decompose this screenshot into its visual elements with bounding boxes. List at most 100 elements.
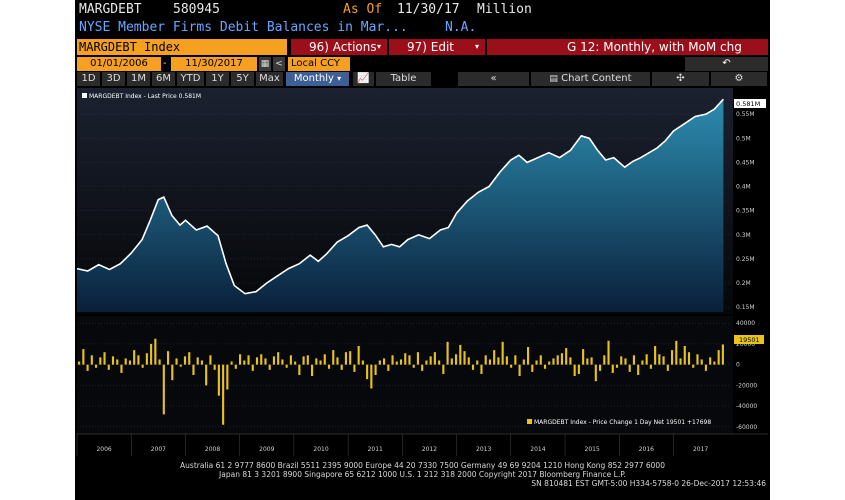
- chart-content-icon: ▤: [549, 74, 558, 84]
- price-y-axis: 0.15M 0.2M 0.25M 0.3M 0.35M 0.4M 0.45M 0.5M 0.55…: [736, 111, 755, 311]
- change-bar: [615, 364, 619, 368]
- change-bar: [285, 364, 288, 368]
- change-bar: [239, 354, 242, 365]
- collapse-icon[interactable]: «: [458, 72, 530, 86]
- change-bar: [416, 352, 419, 365]
- price-tick-label: 0.5M: [736, 135, 751, 142]
- currency-label: Local CCY: [291, 58, 340, 69]
- change-tick-label: -60000: [736, 424, 757, 431]
- change-bar: [90, 355, 93, 365]
- chart-type-icon[interactable]: 📈: [353, 72, 375, 86]
- period-6m[interactable]: 6M: [152, 72, 176, 86]
- change-bar: [289, 355, 292, 365]
- back-arrow-icon[interactable]: <: [273, 57, 285, 71]
- change-bar: [505, 356, 508, 365]
- change-bar: [493, 350, 496, 365]
- change-bar: [459, 344, 462, 365]
- change-bar: [696, 354, 699, 365]
- price-tick-label: 0.4M: [736, 184, 751, 191]
- change-bar: [620, 356, 623, 365]
- dropdown-arrow-icon: ▾: [337, 74, 342, 83]
- change-bar: [531, 364, 534, 372]
- price-legend: MARGDEBT Index - Last Price 0.581M: [82, 93, 201, 100]
- change-bar: [154, 338, 157, 365]
- start-date-field[interactable]: 01/01/2006: [77, 57, 161, 71]
- change-bar: [268, 364, 271, 370]
- period-3d[interactable]: 3D: [102, 72, 126, 86]
- frequency-label: Monthly: [293, 73, 334, 84]
- change-bar: [624, 358, 627, 365]
- change-bar: [150, 343, 153, 365]
- change-bar: [429, 356, 432, 365]
- change-bar: [442, 364, 445, 374]
- change-bar: [548, 361, 551, 365]
- change-bar: [234, 364, 237, 369]
- change-bar: [471, 364, 475, 370]
- frequency-select[interactable]: Monthly ▾: [286, 72, 350, 86]
- change-bar: [86, 364, 89, 371]
- chart-content-button[interactable]: ▤ Chart Content: [531, 72, 651, 86]
- period-ytd[interactable]: YTD: [177, 72, 205, 86]
- expand-icon[interactable]: ✣: [652, 72, 710, 86]
- change-bar: [196, 357, 199, 365]
- dropdown-arrow-icon: ▾: [474, 42, 479, 51]
- x-tick-label: 2010: [313, 446, 328, 453]
- change-bar: [408, 355, 411, 365]
- change-bar: [666, 364, 669, 371]
- change-bar: [573, 364, 576, 377]
- footer-line-2: Japan 81 3 3201 8900 Singapore 65 6212 1…: [219, 470, 626, 479]
- change-bar: [412, 364, 415, 368]
- na-label: N.A.: [445, 20, 477, 35]
- period-5y[interactable]: 5Y: [231, 72, 255, 86]
- currency-select[interactable]: Local CCY: [288, 57, 350, 71]
- change-bar: [586, 358, 589, 365]
- settings-icon[interactable]: ⚙: [711, 72, 768, 86]
- period-max[interactable]: Max: [256, 72, 284, 86]
- change-legend-label: MARGDEBT Index - Price Change 1 Day Net …: [534, 419, 711, 426]
- x-axis: 2006 2007 2008 2009 2010 2011 2012 2013 2014 2015…: [76, 434, 708, 456]
- last-change-tag: 19501: [734, 335, 764, 344]
- change-bar: [336, 357, 339, 365]
- security-description: NYSE Member Firms Debit Balances in Mar.…: [75, 20, 770, 38]
- change-bar: [319, 360, 322, 365]
- security-field[interactable]: MARGDEBT Index: [77, 39, 287, 55]
- change-bar: [692, 364, 695, 368]
- change-bar: [704, 364, 707, 371]
- change-bar: [628, 364, 631, 372]
- calendar-icon[interactable]: ▦: [259, 57, 271, 71]
- end-date-field[interactable]: 11/30/2017: [171, 57, 257, 71]
- x-tick-label: 2006: [96, 446, 111, 453]
- security-header: MARGDEBT 580945 As Of 11/30/17 Million: [75, 2, 770, 20]
- change-bar: [370, 364, 373, 389]
- change-bar: [179, 364, 182, 367]
- actions-menu[interactable]: 96) Actions ▾: [291, 39, 387, 55]
- change-bar: [607, 340, 610, 365]
- change-bar: [717, 350, 720, 365]
- change-bar: [255, 357, 259, 365]
- change-bar: [167, 351, 170, 365]
- change-bar: [632, 355, 635, 365]
- footer-contacts: Australia 61 2 9777 8600 Brazil 5511 239…: [75, 461, 770, 499]
- period-1y[interactable]: 1Y: [206, 72, 230, 86]
- period-1d[interactable]: 1D: [77, 72, 101, 86]
- change-bar: [332, 350, 335, 365]
- change-bar: [327, 364, 331, 369]
- change-bar: [183, 356, 187, 365]
- table-button[interactable]: Table: [376, 72, 432, 86]
- edit-menu[interactable]: 97) Edit ▾: [389, 39, 485, 55]
- dropdown-arrow-icon: ▾: [376, 42, 381, 51]
- change-bar: [111, 356, 115, 365]
- x-tick-label: 2009: [259, 446, 274, 453]
- footer-line-3: SN 810481 EST GMT-5:00 H334-5758-0 26-De…: [531, 479, 766, 488]
- chart-content-label: Chart Content: [561, 73, 632, 84]
- change-bar: [467, 357, 470, 365]
- chart-area: 0.15M 0.2M 0.25M 0.3M 0.35M 0.4M 0.45M 0.5M 0.55…: [75, 88, 770, 460]
- period-1m[interactable]: 1M: [127, 72, 151, 86]
- undo-arrow-icon[interactable]: ↶: [685, 57, 768, 71]
- bloomberg-terminal-window: MARGDEBT 580945 As Of 11/30/17 Million N…: [75, 0, 770, 500]
- change-bar: [497, 357, 500, 365]
- change-bar: [501, 341, 504, 365]
- change-bar: [281, 359, 284, 365]
- price-tick-label: 0.15M: [736, 304, 755, 311]
- change-tick-label: -40000: [736, 403, 757, 410]
